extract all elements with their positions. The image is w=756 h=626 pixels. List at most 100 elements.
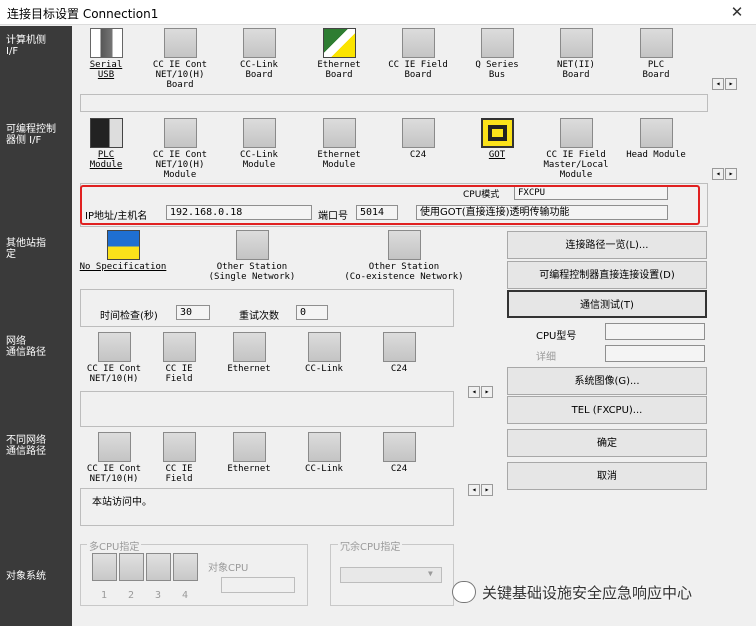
tel-button[interactable]: TEL (FXCPU)... — [507, 396, 707, 424]
cpu-slot-number: 2 — [128, 590, 135, 601]
network-route-scroll-left[interactable]: ◂ — [468, 386, 480, 398]
board-icon — [162, 432, 196, 462]
other-station-0-label: No Specification — [79, 262, 167, 272]
network-route-scroll-right[interactable]: ▸ — [481, 386, 493, 398]
diff-network-2-label: Ethernet — [227, 464, 271, 474]
pc-if-5[interactable]: Q Series Bus — [459, 28, 535, 80]
retry-field[interactable]: 0 — [296, 305, 328, 320]
cancel-button[interactable]: 取消 — [507, 462, 707, 490]
watermark-text: 关键基础设施安全应急响应中心 — [482, 584, 693, 602]
target-cpu-label: 对象CPU — [208, 563, 249, 574]
plc-if-scroll-right[interactable]: ▸ — [725, 168, 737, 180]
diff-network-scroll-right[interactable]: ▸ — [481, 484, 493, 496]
redundant-cpu-title: 冗余CPU指定 — [338, 538, 403, 553]
plc-if-2[interactable]: CC-Link Module — [221, 118, 297, 170]
comm-test-button[interactable]: 通信测试(T) — [507, 290, 707, 318]
ok-button[interactable]: 确定 — [507, 429, 707, 457]
plc-if-7-label: Head Module — [626, 150, 686, 160]
plc-if-5-label: GOT — [488, 150, 506, 160]
board-icon — [162, 332, 196, 362]
pc-if-3[interactable]: Ethernet Board — [301, 28, 377, 80]
highlight-box — [80, 185, 700, 225]
plc-if-scroll-left[interactable]: ◂ — [712, 168, 724, 180]
cpu-slot-1 — [92, 553, 117, 581]
multi-cpu-title: 多CPU指定 — [87, 538, 142, 553]
plc-if-7[interactable]: Head Module — [618, 118, 694, 160]
board-icon — [401, 28, 435, 58]
other-station-2-label: Other Station (Co-existence Network) — [344, 262, 464, 282]
cpu-type-label: CPU型号 — [536, 331, 577, 342]
pc-if-7[interactable]: PLC Board — [618, 28, 694, 80]
cpu-slot-number: 3 — [155, 590, 162, 601]
network-route-3[interactable]: CC-Link — [286, 332, 362, 374]
board-icon — [163, 118, 197, 148]
other-station-2[interactable]: Other Station (Co-existence Network) — [330, 230, 478, 282]
network-route-4[interactable]: C24 — [361, 332, 437, 374]
pc-if-strip — [80, 94, 708, 112]
pc-if-0[interactable]: Serial USB — [68, 28, 144, 80]
board-icon — [307, 432, 341, 462]
board-icon — [639, 28, 673, 58]
plc-if-3-label: Ethernet Module — [317, 150, 361, 170]
plc-if-4[interactable]: C24 — [380, 118, 456, 160]
network-route-1-label: CC IE Field — [165, 364, 193, 384]
other-station-1-label: Other Station (Single Network) — [208, 262, 296, 282]
pc-if-2[interactable]: CC-Link Board — [221, 28, 297, 80]
plc-if-5[interactable]: GOT — [459, 118, 535, 160]
network-route-2[interactable]: Ethernet — [211, 332, 287, 374]
diff-network-4[interactable]: C24 — [361, 432, 437, 474]
pc-if-0-label: Serial USB — [89, 60, 123, 80]
pc-if-4[interactable]: CC IE Field Board — [380, 28, 456, 80]
plc-if-1-label: CC IE Cont NET/10(H) Module — [152, 150, 208, 180]
pc-if-6-label: NET(II) Board — [557, 60, 595, 80]
wechat-icon — [452, 581, 476, 603]
time-check-field[interactable]: 30 — [176, 305, 210, 320]
plc-if-1[interactable]: CC IE Cont NET/10(H) Module — [142, 118, 218, 180]
diff-network-2[interactable]: Ethernet — [211, 432, 287, 474]
plc-if-3[interactable]: Ethernet Module — [301, 118, 377, 170]
plc-if-0[interactable]: PLC Module — [68, 118, 144, 170]
sidebar-label-network-route: 网络 通信路径 — [6, 336, 46, 358]
board-icon — [559, 28, 593, 58]
time-check-label: 时间检查(秒) — [100, 311, 158, 322]
other-station-1[interactable]: Other Station (Single Network) — [196, 230, 308, 282]
plc-if-6[interactable]: CC IE Field Master/Local Module — [538, 118, 614, 180]
retry-label: 重试次数 — [239, 311, 279, 322]
plc-if-6-label: CC IE Field Master/Local Module — [543, 150, 609, 180]
cpu-slot-number: 4 — [182, 590, 189, 601]
cpu-slot-3 — [146, 553, 171, 581]
board-icon — [232, 432, 266, 462]
pc-if-6[interactable]: NET(II) Board — [538, 28, 614, 80]
diff-network-3[interactable]: CC-Link — [286, 432, 362, 474]
system-image-button[interactable]: 系统图像(G)... — [507, 367, 707, 395]
board-icon — [163, 28, 197, 58]
diff-network-status: 本站访问中。 — [92, 497, 152, 508]
network-route-strip — [80, 391, 454, 427]
pc-if-1-label: CC IE Cont NET/10(H) Board — [152, 60, 208, 90]
board-icon — [242, 118, 276, 148]
detail-label: 详细 — [536, 352, 556, 363]
route-list-button[interactable]: 连接路径一览(L)... — [507, 231, 707, 259]
board-icon — [382, 432, 416, 462]
network-route-1[interactable]: CC IE Field — [141, 332, 217, 384]
diff-network-1[interactable]: CC IE Field — [141, 432, 217, 484]
other-station-0[interactable]: No Specification — [68, 230, 178, 272]
detail-field — [605, 345, 705, 362]
pc-if-scroll-right[interactable]: ▸ — [725, 78, 737, 90]
sidebar-label-diff-network-route: 不同网络 通信路径 — [6, 435, 46, 457]
pc-if-1[interactable]: CC IE Cont NET/10(H) Board — [142, 28, 218, 90]
plc-if-2-label: CC-Link Module — [240, 150, 278, 170]
pc-if-3-label: Ethernet Board — [317, 60, 361, 80]
pc-if-5-label: Q Series Bus — [475, 60, 519, 80]
network-route-3-label: CC-Link — [305, 364, 343, 374]
sidebar-label-target-system: 对象系统 — [6, 571, 46, 582]
board-icon — [480, 28, 514, 58]
diff-network-scroll-left[interactable]: ◂ — [468, 484, 480, 496]
sidebar — [0, 26, 72, 626]
pc-if-7-label: PLC Board — [642, 60, 670, 80]
target-cpu-field — [221, 577, 295, 593]
board-icon — [307, 332, 341, 362]
plc-direct-connection-button[interactable]: 可编程控制器直接连接设置(D) — [507, 261, 707, 289]
close-button[interactable]: ✕ — [722, 2, 752, 22]
pc-if-scroll-left[interactable]: ◂ — [712, 78, 724, 90]
